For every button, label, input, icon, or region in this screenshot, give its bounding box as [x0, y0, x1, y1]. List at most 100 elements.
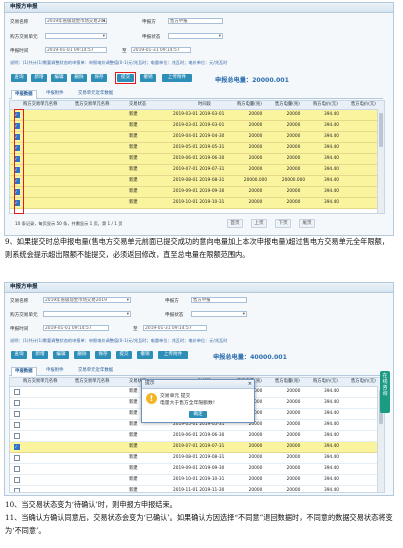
table-row[interactable]: 新建 2019-05-01 2019-05-31 20000 20000 394.40	[10, 143, 384, 154]
dialog-title: 提示	[145, 381, 155, 386]
trade-name-select[interactable]: 2019年省级现金市场交易2019	[45, 18, 107, 24]
row-checkbox[interactable]	[13, 455, 20, 461]
seller-qty-cell: 20000	[286, 134, 301, 139]
pager-first[interactable]: 首页	[227, 219, 243, 228]
declare-panel-1: 申报方申报 交易名称 2019年省级现金市场交易2019 申报方 售方申报 购方…	[4, 2, 394, 236]
upload-attachment-button[interactable]: 上传附件	[162, 74, 192, 82]
row-checkbox[interactable]	[13, 400, 20, 406]
role-field[interactable]: 售方申报	[168, 18, 223, 24]
seller-qty-cell: 20000	[286, 200, 301, 205]
scrollbar-thumb[interactable]	[379, 113, 383, 147]
table-row[interactable]: 新建 2019-09-01 2019-09-30 20000 20000 394.40	[10, 464, 384, 475]
delete-button[interactable]: 删除	[74, 351, 90, 359]
table-row[interactable]: 新建 2019-10-01 2019-10-31 20000 20000 394.40	[10, 198, 384, 209]
pager-prev[interactable]: 上页	[251, 219, 267, 228]
table-row[interactable]: 新建 2019-08-01 2019-08-31 20000 20000 394.40	[10, 453, 384, 464]
pager-next[interactable]: 下页	[275, 219, 291, 228]
close-icon[interactable]: ×	[248, 380, 252, 388]
buyer-unit-cell	[22, 420, 74, 430]
submit-button[interactable]: 提交	[117, 74, 134, 82]
seller-unit-cell	[74, 154, 128, 164]
query-button[interactable]: 查询	[11, 351, 27, 359]
row-checkbox[interactable]	[13, 477, 20, 483]
trade-status-select[interactable]	[191, 311, 247, 317]
delete-button[interactable]: 删除	[71, 74, 87, 82]
time-range-cell: 2019-08-01 2019-08-31	[173, 455, 225, 460]
tab-declare-attachment[interactable]: 申报附件	[43, 90, 67, 98]
time-range-cell: 2019-07-01 2019-07-31	[173, 444, 225, 449]
time-from-input[interactable]: 2019-01-01 09:14:57	[43, 325, 109, 331]
upload-attachment-button[interactable]: 上传附件	[158, 351, 188, 359]
edit-button[interactable]: 编辑	[53, 351, 69, 359]
tab-declare-attachment[interactable]: 申报附件	[43, 367, 67, 375]
pager-last[interactable]: 尾页	[299, 219, 315, 228]
buyer-unit-select[interactable]	[43, 311, 131, 317]
seller-unit-cell	[74, 420, 128, 430]
trade-status-label: 申报状态	[142, 35, 161, 40]
table-scrollbar[interactable]	[377, 109, 384, 213]
trade-status-cell: 新建	[129, 466, 138, 471]
table-row[interactable]: 新建 2019-06-01 2019-06-30 20000 20000 394.40	[10, 154, 384, 165]
row-checkbox[interactable]	[13, 422, 20, 428]
time-to-input[interactable]: 2019-01-31 09:14:57	[131, 47, 191, 53]
online-consult-widget[interactable]: 在线咨询	[380, 371, 390, 413]
submit-button[interactable]: 提交	[116, 351, 132, 359]
role-field[interactable]: 售方申报	[191, 297, 247, 303]
add-button[interactable]: 新增	[32, 351, 48, 359]
row-checkbox[interactable]	[13, 466, 20, 472]
tab-declare-data[interactable]: 申报数据	[11, 367, 37, 376]
seller-qty-cell: 20000.000	[281, 178, 306, 183]
buyer-unit-cell	[22, 387, 74, 397]
table-row[interactable]: 新建 2019-03-01 2019-03-01 20000 20000 394.40	[10, 121, 384, 132]
tab-unit-history[interactable]: 交易单元近年数据	[75, 367, 116, 375]
tab-declare-data[interactable]: 申报数据	[11, 90, 37, 99]
revoke-button[interactable]: 撤销	[137, 351, 153, 359]
trade-status-select[interactable]	[168, 33, 223, 39]
query-button[interactable]: 查询	[11, 74, 27, 82]
table-row[interactable]: 新建 2019-08-01 2019-08-31 20000.000 20000.00…	[10, 176, 384, 187]
row-checkbox[interactable]	[13, 442, 20, 452]
buyer-price-cell: 394.40	[323, 112, 340, 117]
dialog-ok-button[interactable]: 确定	[189, 411, 207, 418]
seller-qty-cell: 20000	[286, 422, 301, 427]
header-buyer-unit: 购方交易单元名称	[23, 102, 58, 107]
buyer-qty-cell: 20000	[248, 433, 263, 438]
hint-text: 说明：(1)共计(1)需要调整状态的申报单：申报电价调整值(0-1)元/兆瓦时；…	[10, 60, 228, 65]
table-row[interactable]: 新建 2019-07-01 2019-07-31 20000 20000 394.40	[10, 165, 384, 176]
edit-button[interactable]: 编辑	[51, 74, 67, 82]
tab-unit-history[interactable]: 交易单元近年数据	[75, 90, 116, 98]
table-row[interactable]: 新建 2019-07-01 2019-07-31 20000 20000 394.40	[10, 442, 384, 453]
table-body: 新建2019-03-01 2019-03-012000020000394.40新…	[10, 110, 384, 209]
buyer-unit-label: 购方交易单元	[10, 35, 38, 40]
time-to-input[interactable]: 2019-01-31 09:14:57	[143, 325, 207, 331]
add-button[interactable]: 新增	[31, 74, 47, 82]
seller-qty-cell: 20000	[286, 123, 301, 128]
time-from-input[interactable]: 2019-01-01 09:14:57	[45, 47, 107, 53]
table-row[interactable]: 新建 2019-03-01 2019-03-01 20000 20000 394.40	[10, 110, 384, 121]
buyer-unit-select[interactable]	[45, 33, 107, 39]
seller-qty-cell: 20000	[286, 189, 301, 194]
seller-qty-cell: 20000	[286, 145, 301, 150]
buyer-price-cell: 394.40	[323, 455, 340, 460]
seller-price-cell	[350, 165, 378, 175]
row-select-cell	[10, 442, 22, 452]
header-buyer-qty: 购方电量(兆)	[237, 102, 262, 107]
save-button[interactable]: 保存	[95, 351, 111, 359]
save-button[interactable]: 保存	[91, 74, 107, 82]
row-checkbox[interactable]	[13, 411, 20, 417]
revoke-button[interactable]: 撤销	[140, 74, 156, 82]
instruction-paragraph-9: 9、如果提交时总申报电量(售电方交易单元前面已提交成功的意向电量加上本次申报电量…	[5, 237, 389, 259]
table-row[interactable]: 新建 2019-04-01 2019-04-30 20000 20000 394.40	[10, 132, 384, 143]
table-row[interactable]: 新建 2019-09-01 2019-09-30 20000 20000 394.40	[10, 187, 384, 198]
trade-name-select[interactable]: 2019年省级现金市场交易2019	[43, 297, 131, 303]
row-checkbox[interactable]	[13, 488, 20, 492]
table-row[interactable]: 新建 2019-06-01 2019-06-30 20000 20000 394.40	[10, 431, 384, 442]
buyer-qty-cell: 20000	[248, 488, 263, 493]
panel-title: 申报方申报	[10, 4, 38, 10]
table-row[interactable]: 新建 2019-11-01 2019-11-30 20000 20000 394.40	[10, 486, 384, 493]
row-checkbox[interactable]	[13, 389, 20, 395]
buyer-price-cell: 394.40	[323, 167, 340, 172]
row-checkbox[interactable]	[13, 433, 20, 439]
buyer-qty-cell: 20000.000	[243, 178, 268, 183]
table-row[interactable]: 新建 2019-10-01 2019-10-31 20000 20000 394.40	[10, 475, 384, 486]
